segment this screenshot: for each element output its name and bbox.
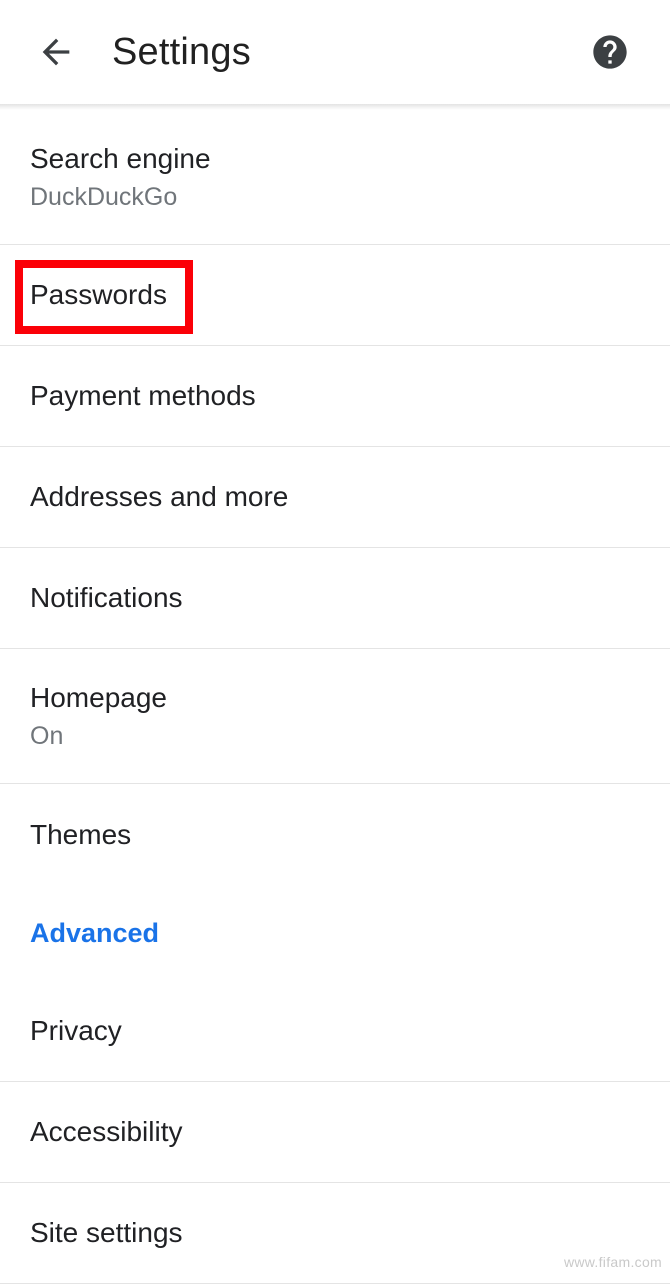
settings-row-privacy[interactable]: Privacy — [0, 981, 670, 1082]
settings-row-passwords[interactable]: Passwords — [0, 245, 670, 346]
row-title: Notifications — [30, 582, 183, 613]
back-button[interactable] — [28, 24, 84, 80]
row-title: Payment methods — [30, 380, 256, 411]
settings-section-advanced: Advanced — [0, 885, 670, 981]
settings-row-homepage[interactable]: Homepage On — [0, 649, 670, 784]
row-title: Site settings — [30, 1217, 183, 1248]
settings-row-search-engine[interactable]: Search engine DuckDuckGo — [0, 110, 670, 245]
settings-row-payment-methods[interactable]: Payment methods — [0, 346, 670, 447]
section-label: Advanced — [30, 918, 160, 948]
help-circle-icon — [593, 35, 627, 69]
row-title: Homepage — [30, 682, 167, 713]
page-title: Settings — [112, 30, 251, 73]
app-bar: Settings — [0, 0, 670, 104]
help-button[interactable] — [584, 26, 636, 78]
row-title: Themes — [30, 818, 132, 850]
row-title: Passwords — [30, 279, 167, 310]
settings-row-themes[interactable]: Themes — [0, 784, 670, 885]
row-title: Search engine — [30, 143, 211, 174]
arrow-left-icon — [42, 38, 70, 66]
settings-row-accessibility[interactable]: Accessibility — [0, 1082, 670, 1183]
row-subtitle: On — [30, 722, 64, 750]
settings-row-addresses-and-more[interactable]: Addresses and more — [0, 447, 670, 548]
row-title: Privacy — [30, 1015, 122, 1046]
row-title: Accessibility — [30, 1116, 183, 1147]
row-subtitle: DuckDuckGo — [30, 183, 178, 211]
settings-row-notifications[interactable]: Notifications — [0, 548, 670, 649]
row-title: Addresses and more — [30, 481, 289, 512]
settings-list: Search engine DuckDuckGo Passwords Payme… — [0, 110, 670, 1284]
watermark: www.fifam.com — [563, 1254, 662, 1270]
